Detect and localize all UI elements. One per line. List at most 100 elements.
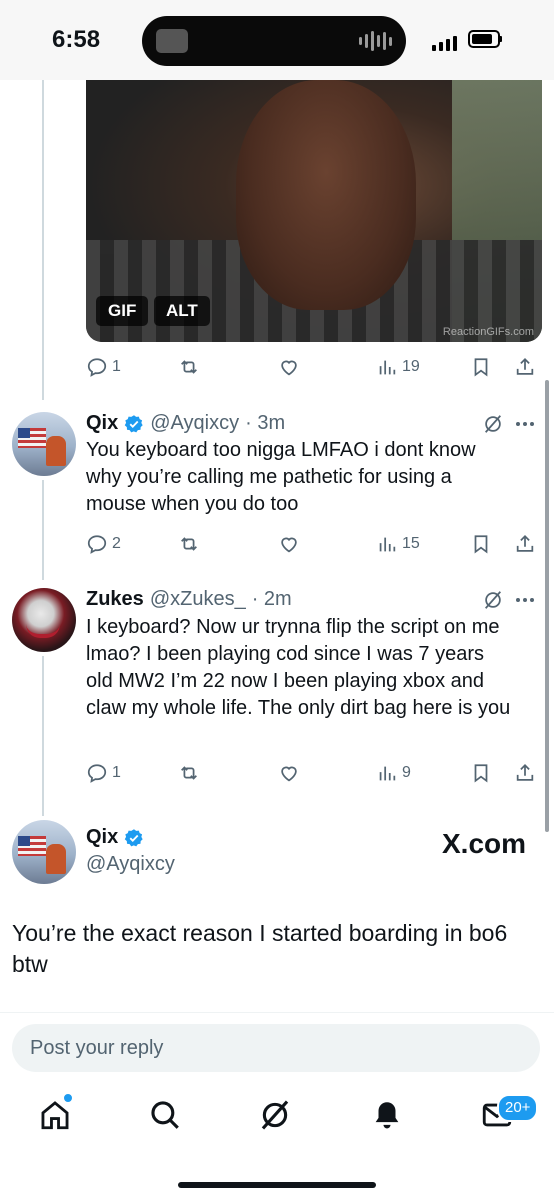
bookmark-button[interactable] (470, 529, 492, 559)
display-name[interactable]: Zukes (86, 588, 144, 611)
bookmark-button[interactable] (470, 352, 492, 382)
repost-icon (181, 360, 197, 374)
bell-icon (375, 1102, 399, 1129)
handle[interactable]: @xZukes_ (150, 588, 246, 611)
grok-icon[interactable] (482, 589, 504, 611)
share-button[interactable] (514, 352, 536, 382)
repost-icon (181, 766, 197, 780)
tab-home[interactable] (38, 1098, 78, 1138)
home-indicator[interactable] (178, 1182, 376, 1188)
divider (0, 1012, 554, 1013)
share-icon (516, 534, 534, 552)
tab-notifications[interactable] (370, 1098, 410, 1138)
tweet-actions: 1 9 (86, 758, 546, 788)
flag-graphic (18, 836, 46, 856)
share-icon (516, 357, 534, 375)
display-name[interactable]: Qix (86, 412, 118, 435)
avatar-qix[interactable] (12, 412, 76, 476)
gif-tweet-actions: 1 19 (86, 352, 546, 382)
battery-tip (499, 36, 502, 42)
bookmark-button[interactable] (470, 758, 492, 788)
battery-icon (468, 30, 500, 48)
heart-icon (281, 360, 297, 376)
handle[interactable]: @Ayqixcy (150, 412, 239, 435)
search-icon (151, 1101, 179, 1129)
bookmark-icon (474, 764, 488, 783)
thread-line-bottom (42, 656, 44, 816)
figure-graphic (46, 436, 66, 466)
reply-button[interactable]: 2 (86, 529, 121, 559)
timestamp[interactable]: · 2m (252, 588, 292, 611)
more-options-icon[interactable] (516, 413, 540, 435)
share-button[interactable] (514, 529, 536, 559)
tab-grok[interactable] (258, 1098, 298, 1138)
reply-icon (87, 764, 107, 783)
home-unread-dot (62, 1092, 74, 1104)
verified-badge-icon (125, 828, 143, 846)
views-count: 15 (402, 535, 420, 552)
reply-input[interactable]: Post your reply (12, 1024, 540, 1072)
views-button[interactable]: 15 (376, 529, 420, 559)
handle[interactable]: @Ayqixcy (86, 853, 175, 876)
thread-line-top (42, 80, 44, 400)
reply-count: 2 (112, 535, 121, 552)
thread-line-middle (42, 480, 44, 580)
gif-watermark: ReactionGIFs.com (442, 326, 534, 338)
views-button[interactable]: 9 (376, 758, 411, 788)
repost-button[interactable] (178, 529, 200, 559)
tweet-header: Zukes @xZukes_ · 2m (86, 588, 292, 611)
tweet-actions: 2 15 (86, 529, 546, 559)
flag-graphic (18, 428, 46, 448)
reply-button[interactable]: 1 (86, 758, 121, 788)
more-options-icon[interactable] (516, 589, 540, 611)
repost-button[interactable] (178, 352, 200, 382)
views-count: 9 (402, 764, 411, 781)
views-icon (379, 766, 396, 781)
repost-icon (181, 537, 197, 551)
gif-figure-face (236, 80, 416, 310)
status-bar: 6:58 (0, 0, 554, 80)
like-button[interactable] (278, 352, 300, 382)
x-com-watermark: X.com (442, 828, 527, 859)
avatar-qix-main[interactable] (12, 820, 76, 884)
audio-waveform-icon (359, 30, 392, 52)
display-name[interactable]: Qix (86, 826, 118, 849)
reply-button[interactable]: 1 (86, 352, 121, 382)
avatar-graphic (26, 624, 60, 638)
dynamic-island[interactable] (142, 16, 406, 66)
reply-icon (87, 535, 107, 554)
tweet-header: Qix @Ayqixcy · 3m (86, 412, 285, 435)
views-count: 19 (402, 358, 420, 375)
like-button[interactable] (278, 758, 300, 788)
main-tweet-text: You’re the exact reason I started boardi… (12, 920, 508, 977)
alt-badge[interactable]: ALT (154, 296, 210, 326)
scrollbar[interactable] (545, 380, 549, 832)
share-icon (516, 763, 534, 781)
status-time: 6:58 (52, 26, 101, 53)
messages-badge: 20+ (497, 1094, 539, 1122)
main-author: Qix (86, 826, 144, 849)
reply-placeholder: Post your reply (30, 1037, 164, 1059)
reply-icon (87, 358, 107, 377)
views-icon (379, 537, 396, 552)
timestamp[interactable]: · 3m (245, 412, 285, 435)
tab-bar (0, 1086, 554, 1156)
tweet-text: I keyboard? Now ur trynna flip the scrip… (86, 616, 511, 719)
tab-search[interactable] (148, 1098, 188, 1138)
figure-graphic (46, 844, 66, 874)
grok-icon[interactable] (482, 413, 504, 435)
verified-badge-icon (125, 414, 143, 432)
bookmark-icon (474, 535, 488, 554)
views-icon (379, 360, 396, 375)
bookmark-icon (474, 358, 488, 377)
avatar-zukes[interactable] (12, 588, 76, 652)
repost-button[interactable] (178, 758, 200, 788)
like-button[interactable] (278, 529, 300, 559)
heart-icon (281, 766, 297, 782)
grok-icon (261, 1100, 289, 1130)
now-playing-artwork (156, 29, 188, 53)
views-button[interactable]: 19 (376, 352, 420, 382)
heart-icon (281, 537, 297, 553)
reply-count: 1 (112, 358, 121, 375)
share-button[interactable] (514, 758, 536, 788)
